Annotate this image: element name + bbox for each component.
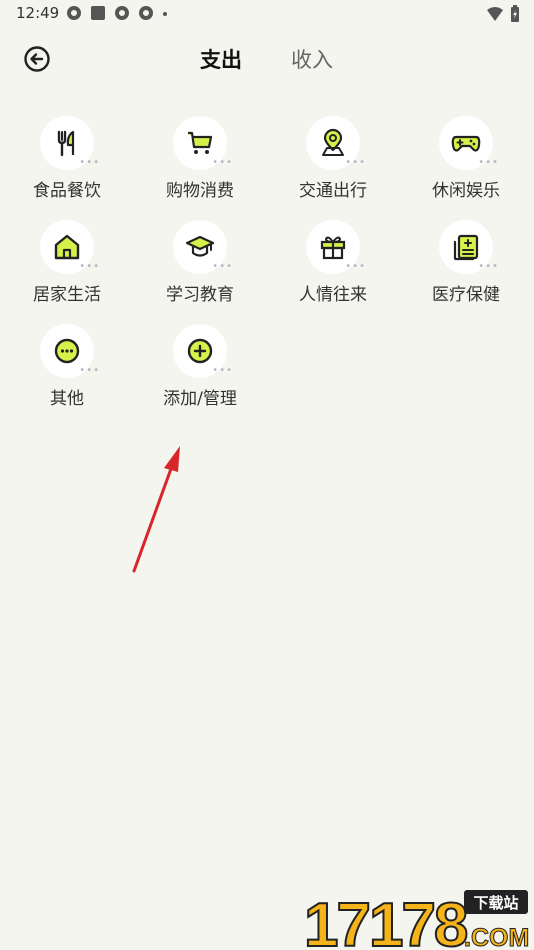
category-icon-circle: ••• xyxy=(40,116,99,170)
graduation-cap-icon xyxy=(185,235,215,257)
category-label: 医疗保健 xyxy=(432,285,500,305)
notification-app-icon xyxy=(67,6,81,20)
category-add-manage[interactable]: ••• 添加/管理 xyxy=(145,324,255,409)
category-icon-circle: ••• xyxy=(173,116,232,170)
notification-app-icon xyxy=(115,6,129,20)
more-dots: ••• xyxy=(212,157,233,168)
annotation-arrow xyxy=(132,446,180,573)
house-icon xyxy=(54,234,80,260)
notification-square-icon xyxy=(91,6,105,20)
category-education[interactable]: ••• 学习教育 xyxy=(145,220,255,305)
status-notification-icons xyxy=(66,5,168,21)
more-dots: ••• xyxy=(345,261,366,272)
category-medical[interactable]: ••• 医疗保健 xyxy=(411,220,521,305)
category-label: 购物消费 xyxy=(166,181,234,201)
header: 支出 收入 xyxy=(0,36,534,82)
wifi-icon xyxy=(487,7,503,21)
category-food[interactable]: ••• 食品餐饮 xyxy=(12,116,122,201)
category-home[interactable]: ••• 居家生活 xyxy=(12,220,122,305)
watermark-logo: 17178 下载站 .COM xyxy=(304,890,530,950)
status-system-icons xyxy=(486,5,520,23)
category-icon-circle: ••• xyxy=(306,116,365,170)
more-dots: ••• xyxy=(79,365,100,376)
more-dots: ••• xyxy=(212,261,233,272)
add-circle-icon xyxy=(187,338,213,364)
gamepad-icon xyxy=(451,135,481,152)
fork-knife-icon xyxy=(57,130,75,157)
category-gifts[interactable]: ••• 人情往来 xyxy=(278,220,388,305)
category-label: 居家生活 xyxy=(33,285,101,305)
category-icon-circle: ••• xyxy=(439,116,498,170)
category-icon-circle: ••• xyxy=(439,220,498,274)
more-dots: ••• xyxy=(478,261,499,272)
category-label: 交通出行 xyxy=(299,181,367,201)
category-label: 其他 xyxy=(50,389,84,409)
category-label: 人情往来 xyxy=(299,285,367,305)
more-dots: ••• xyxy=(345,157,366,168)
shopping-cart-icon xyxy=(188,131,213,154)
category-transport[interactable]: ••• 交通出行 xyxy=(278,116,388,201)
category-label: 添加/管理 xyxy=(163,389,237,409)
category-icon-circle: ••• xyxy=(173,220,232,274)
category-label: 食品餐饮 xyxy=(33,181,101,201)
more-dots-icon xyxy=(54,338,80,364)
status-time: 12:49 xyxy=(16,4,60,22)
category-other[interactable]: ••• 其他 xyxy=(12,324,122,409)
watermark-number: 17178 xyxy=(304,891,467,950)
category-icon-circle: ••• xyxy=(173,324,232,378)
category-icon-circle: ••• xyxy=(40,324,99,378)
category-icon-circle: ••• xyxy=(40,220,99,274)
category-icon-circle: ••• xyxy=(306,220,365,274)
category-leisure[interactable]: ••• 休闲娱乐 xyxy=(411,116,521,201)
location-pin-icon xyxy=(322,128,344,156)
more-dots: ••• xyxy=(79,157,100,168)
gift-icon xyxy=(320,236,346,260)
more-dots: ••• xyxy=(79,261,100,272)
category-label: 休闲娱乐 xyxy=(432,181,500,201)
tab-expense[interactable]: 支出 xyxy=(200,44,242,74)
notification-dot-icon xyxy=(163,12,167,16)
more-dots: ••• xyxy=(478,157,499,168)
tab-income[interactable]: 收入 xyxy=(291,44,333,74)
category-shopping[interactable]: ••• 购物消费 xyxy=(145,116,255,201)
back-circle-icon[interactable] xyxy=(22,44,52,74)
more-dots: ••• xyxy=(212,365,233,376)
medical-record-icon xyxy=(453,234,479,261)
battery-icon xyxy=(511,5,519,22)
status-bar: 12:49 xyxy=(0,0,534,28)
watermark-suffix: .COM xyxy=(464,924,529,950)
watermark-badge: 下载站 xyxy=(473,894,518,912)
notification-app-icon xyxy=(139,6,153,20)
category-label: 学习教育 xyxy=(166,285,234,305)
